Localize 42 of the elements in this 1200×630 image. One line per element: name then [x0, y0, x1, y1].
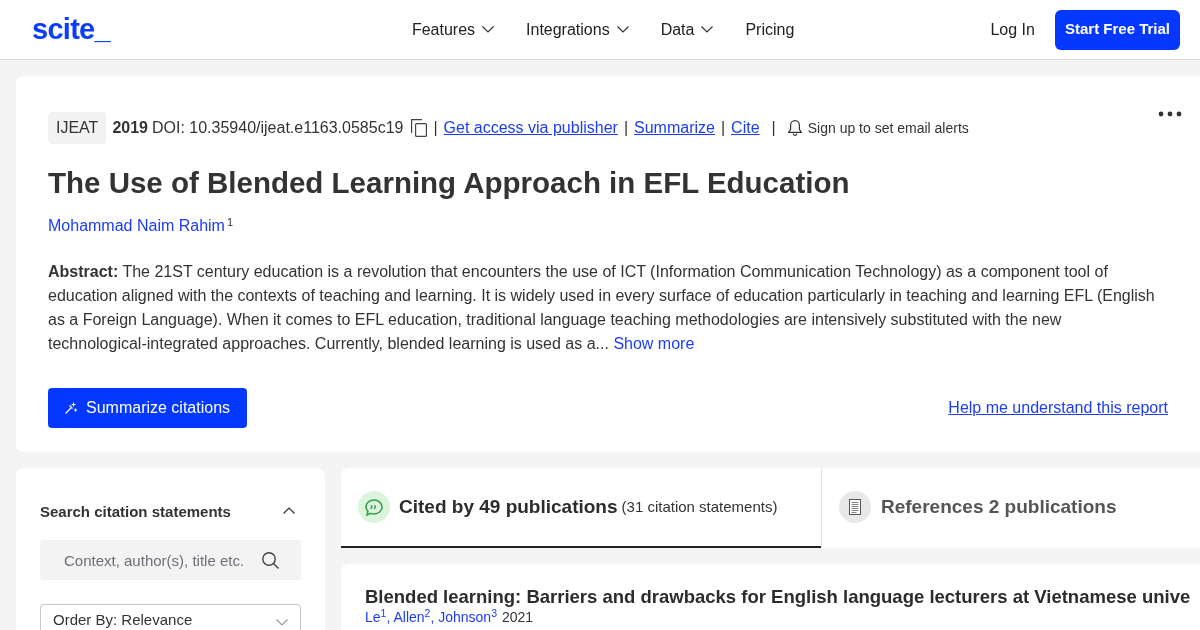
summarize-citations-button[interactable]: Summarize citations — [48, 388, 248, 428]
nav-link[interactable]: Pricing — [745, 17, 795, 42]
help-link[interactable]: Help me understand this report — [948, 396, 1168, 420]
order-by-select[interactable]: Order By: Relevance — [40, 604, 301, 630]
pipe-separator-text: | — [623, 118, 629, 138]
login-link[interactable]: Log In — [990, 17, 1035, 42]
meta-link[interactable]: Cite — [731, 116, 760, 140]
author-link[interactable]: Mohammad Naim Rahim — [48, 214, 225, 238]
nav-menu[interactable]: Integrations — [526, 17, 629, 42]
publication-year: 2019 — [112, 118, 148, 138]
bell-icon — [787, 120, 802, 136]
more-options-icon[interactable] — [1158, 111, 1182, 117]
nav-menu[interactable]: Data — [660, 17, 714, 42]
chevron-up-icon[interactable] — [283, 506, 295, 514]
paper-title: The Use of Blended Learning Approach in EFL Education — [48, 166, 851, 200]
pipe-separator-text: | — [433, 118, 438, 138]
chevron-down-icon — [276, 619, 288, 626]
copy-icon[interactable] — [411, 119, 428, 137]
search-icon — [262, 552, 279, 569]
magic-wand-icon — [65, 402, 77, 414]
search-field[interactable]: Context, author(s), title etc. — [40, 540, 301, 580]
citation-title[interactable]: Blended learning: Barriers and drawbacks for English language lecturers at Vietnamese unive — [365, 586, 1200, 608]
author-links[interactable]: Le$^{1}$, Allen$^{2}$, Johnson$^{3}$ — [365, 608, 497, 626]
journal-badge: IJEAT — [48, 112, 107, 144]
meta-link[interactable]: Summarize — [634, 116, 715, 140]
meta-link[interactable]: Get access via publisher — [443, 116, 618, 140]
show-more-link[interactable]: Show more — [613, 335, 695, 352]
email-alerts-link[interactable]: Sign up to set email alerts — [787, 117, 969, 139]
doi-text: DOI: 10.35940/ijeat.e1163.0585c19 — [151, 118, 404, 138]
speech-bubble-icon — [358, 491, 390, 523]
sidebar-heading: Search citation statements — [40, 502, 231, 522]
start-free-trial-button[interactable]: Start Free Trial — [1054, 9, 1180, 50]
pipe-separator-text: | — [720, 118, 726, 138]
tab[interactable]: References 2 publications — [821, 468, 1200, 548]
tab[interactable]: Cited by 49 publications (31 citation statements) — [341, 468, 821, 548]
abstract-text: Abstract: The 21ST century education is a revolution that encounters the use of ICT (Information Communication Technology) as a component tool of education aligned with the contexts of teaching and learning. It is widely used in every surface of education particularly in teaching and learning EFL (English as a Foreign Language). When it comes to EFL education, traditional language teaching methodologies are intensively substituted with the new technological-integrated approaches. Currently, blended learning is used as a... Show more — [48, 262, 1156, 354]
scite-logo[interactable]: scite_ — [32, 15, 110, 44]
document-icon — [839, 491, 871, 523]
citation-year: 2021 — [501, 608, 534, 626]
pipe-separator-text: | — [771, 118, 776, 138]
nav-menu[interactable]: Features — [411, 17, 495, 42]
affiliation-number: 1 — [226, 215, 234, 230]
